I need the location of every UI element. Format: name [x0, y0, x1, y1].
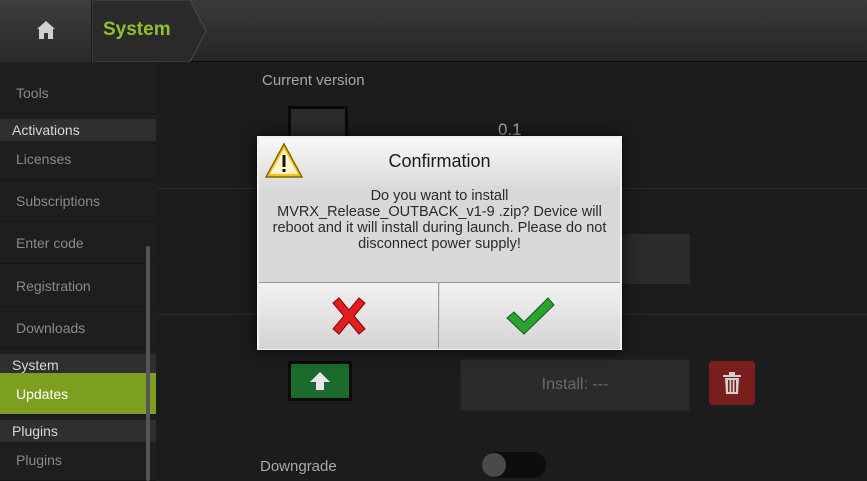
dialog-message: Do you want to install MVRX_Release_OUTB… — [272, 188, 607, 252]
cross-icon — [331, 297, 366, 335]
cancel-button[interactable] — [259, 283, 439, 349]
confirm-button[interactable] — [440, 283, 620, 349]
dialog-title: Confirmation — [388, 151, 491, 171]
dialog-actions — [259, 282, 620, 349]
checkmark-icon — [506, 297, 555, 335]
confirmation-dialog: Confirmation Do you want to install MVRX… — [257, 136, 622, 350]
dialog-header: Confirmation — [259, 138, 620, 186]
